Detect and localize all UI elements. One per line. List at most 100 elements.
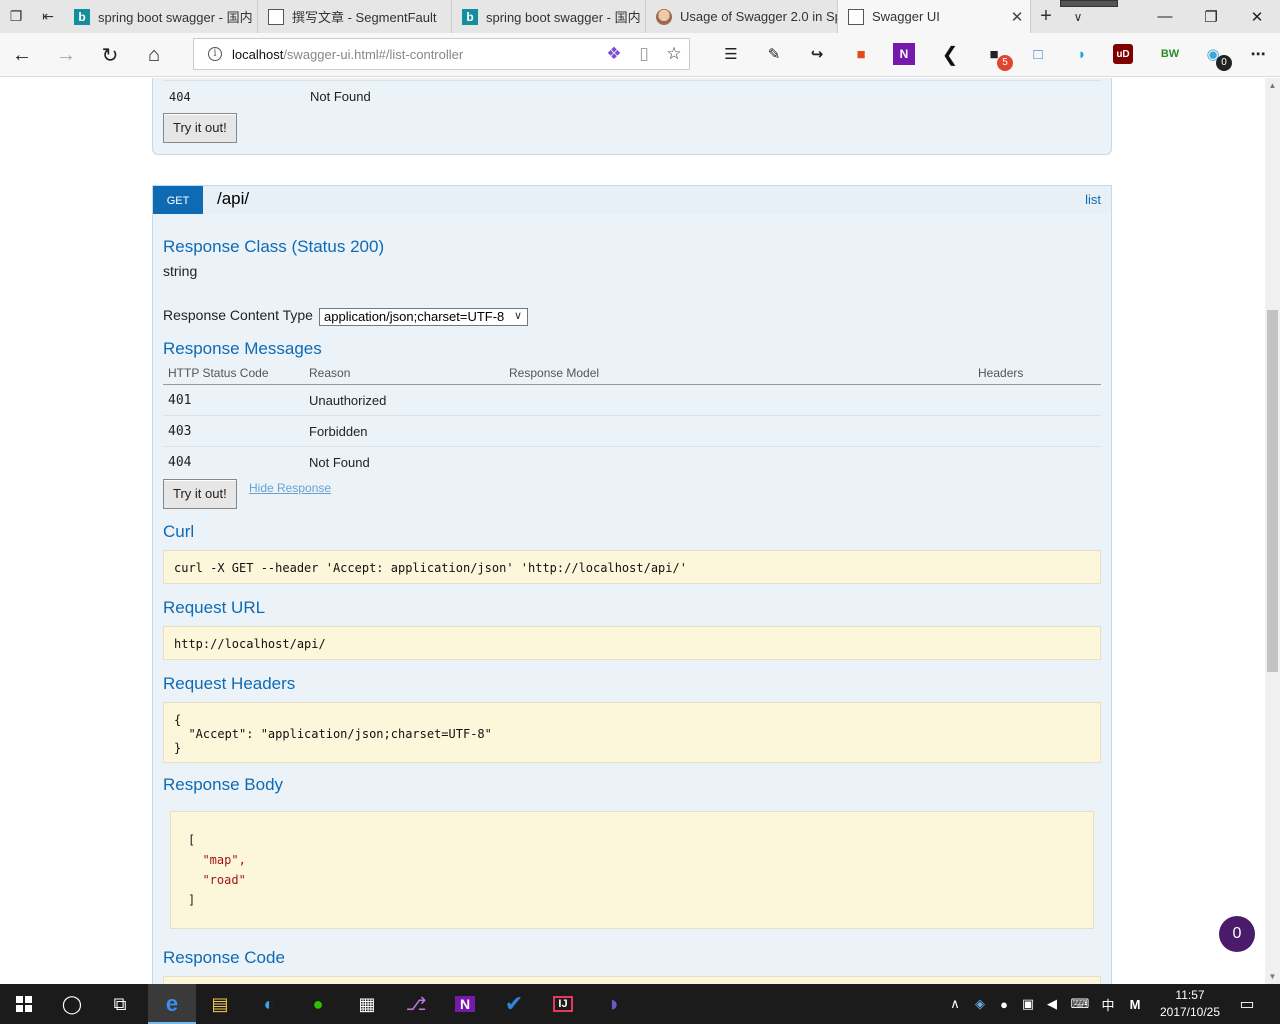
- try-it-out-button[interactable]: Try it out!: [163, 113, 237, 143]
- url-path: /swagger-ui.html#/list-controller: [283, 46, 464, 62]
- edge-browser-icon[interactable]: e: [148, 984, 196, 1024]
- intellij-idea-icon[interactable]: IJ: [539, 984, 587, 1024]
- windows-logo-icon: [16, 996, 32, 1012]
- screen-capture-icon[interactable]: □: [1025, 41, 1051, 67]
- new-tab-icon[interactable]: +: [1031, 0, 1061, 33]
- status-code: 404: [169, 90, 191, 104]
- address-bar[interactable]: i localhost /swagger-ui.html#/list-contr…: [193, 38, 690, 70]
- windows-taskbar: ◯ ⧉ e ▤ ◐ ● ▦ ⎇ N ✔ IJ ◑ ∧ ◈ ● ▣ ◀ ⌨ 中 M…: [0, 984, 1280, 1024]
- url-host: localhost: [232, 46, 284, 62]
- ghostery-icon[interactable]: ◉ 0: [1200, 41, 1232, 71]
- chevron-left-icon[interactable]: ❮: [937, 41, 963, 67]
- scroll-thumb[interactable]: [1267, 310, 1278, 672]
- operation-get-api: GET /api/ list Response Class (Status 20…: [152, 185, 1112, 984]
- try-it-out-button[interactable]: Try it out!: [163, 479, 237, 509]
- response-body-title: Response Body: [163, 775, 284, 794]
- system-clock[interactable]: 11:57 2017/10/25: [1150, 987, 1230, 1021]
- tab-preview-icon[interactable]: ❐: [0, 0, 32, 33]
- network-icon[interactable]: ▣: [1017, 984, 1039, 1024]
- headers-cell: [973, 384, 1101, 416]
- favorite-star-icon[interactable]: ☆: [659, 39, 689, 69]
- eclipse-icon[interactable]: ◑: [588, 984, 636, 1024]
- start-windows-icon[interactable]: [0, 984, 48, 1024]
- ublock-icon[interactable]: uD: [1113, 44, 1133, 64]
- cortana-search-icon[interactable]: ◯: [48, 984, 96, 1024]
- web-note-pen-icon[interactable]: ✎: [761, 41, 787, 67]
- show-hidden-icons-chevron-up-icon[interactable]: ∧: [945, 984, 965, 1024]
- builtwith-icon[interactable]: BW: [1157, 41, 1183, 67]
- home-icon[interactable]: ⌂: [132, 33, 176, 77]
- file-explorer-icon[interactable]: ▤: [196, 984, 244, 1024]
- office-icon[interactable]: ■: [848, 41, 874, 67]
- operation-path[interactable]: /api/: [217, 189, 249, 209]
- close-tab-icon[interactable]: ✕: [1004, 8, 1030, 26]
- request-url-title: Request URL: [163, 598, 266, 617]
- http-method-badge[interactable]: GET: [153, 186, 203, 214]
- git-extensions-icon[interactable]: ⎇: [392, 984, 440, 1024]
- status-reason: Unauthorized: [304, 384, 504, 416]
- defender-shield-icon[interactable]: ◈: [969, 984, 991, 1024]
- wechat-icon[interactable]: ●: [294, 984, 342, 1024]
- hide-response-link[interactable]: Hide Response: [249, 481, 331, 495]
- tab-segmentfault[interactable]: 撰写文章 - SegmentFault: [258, 0, 452, 33]
- store-icon[interactable]: ▦: [343, 984, 391, 1024]
- reading-view-icon[interactable]: ▯: [629, 39, 659, 69]
- onenote-icon[interactable]: N: [893, 43, 915, 65]
- badge-count: 5: [997, 55, 1013, 71]
- forward-icon[interactable]: →: [44, 33, 88, 77]
- qq-browser-icon[interactable]: ◐: [245, 984, 293, 1024]
- set-tabs-aside-icon[interactable]: ⇤: [32, 0, 64, 33]
- chat-widget-button[interactable]: 0: [1219, 916, 1255, 952]
- close-window-icon[interactable]: ✕: [1234, 0, 1280, 33]
- refresh-icon[interactable]: ↻: [88, 33, 132, 77]
- previous-operation: 404 Not Found Try it out!: [152, 78, 1112, 155]
- todo-check-icon[interactable]: ✔: [490, 984, 538, 1024]
- badge-count: 0: [1216, 55, 1232, 71]
- wechat-tray-icon[interactable]: ●: [993, 984, 1015, 1024]
- keyboard-icon[interactable]: ⌨: [1067, 984, 1093, 1024]
- column-header: Response Model: [504, 362, 973, 385]
- onenote-taskbar-icon[interactable]: N: [441, 984, 489, 1024]
- content-type-label: Response Content Type: [163, 307, 313, 323]
- column-header: HTTP Status Code: [163, 362, 304, 385]
- table-header-row: HTTP Status Code Reason Response Model H…: [163, 362, 1101, 385]
- extension-badge-5-icon[interactable]: ■ 5: [981, 41, 1013, 71]
- operation-heading[interactable]: GET /api/ list: [153, 186, 1111, 214]
- ime-mode-indicator[interactable]: M: [1124, 984, 1146, 1024]
- tab-spring-boot-swagger-2[interactable]: b spring boot swagger - 国内: [452, 0, 646, 33]
- back-icon[interactable]: ←: [0, 33, 44, 77]
- scroll-up-icon[interactable]: ▲: [1265, 78, 1280, 93]
- more-menu-icon[interactable]: ⋯: [1245, 41, 1271, 67]
- extension-puzzle-icon[interactable]: ❖: [599, 39, 629, 69]
- status-reason: Not Found: [309, 454, 370, 470]
- restore-icon[interactable]: ❐: [1188, 0, 1234, 33]
- tab-strip: ❐ ⇤ b spring boot swagger - 国内 撰写文章 - Se…: [0, 0, 1280, 33]
- action-center-icon[interactable]: ▭: [1236, 984, 1258, 1024]
- table-row: 401 Unauthorized: [163, 384, 1101, 416]
- scroll-down-icon[interactable]: ▼: [1265, 969, 1280, 984]
- ime-language-indicator[interactable]: 中: [1097, 984, 1119, 1024]
- column-header: Headers: [973, 362, 1101, 385]
- status-reason: Forbidden: [304, 415, 504, 447]
- tab-usage-of-swagger[interactable]: Usage of Swagger 2.0 in Sp: [646, 0, 838, 33]
- clock-time: 11:57: [1175, 988, 1205, 1002]
- mouse-gesture-icon[interactable]: ◗: [1069, 41, 1095, 67]
- task-view-icon[interactable]: ⧉: [96, 984, 144, 1024]
- tab-swagger-ui[interactable]: Swagger UI ✕: [838, 0, 1031, 33]
- favorites-hub-icon[interactable]: ☰: [718, 41, 744, 67]
- page-scrollbar[interactable]: ▲ ▼: [1265, 78, 1280, 984]
- content-type-select[interactable]: application/json;charset=UTF-8 ∨: [319, 308, 528, 326]
- response-code: [163, 976, 1101, 984]
- json-bracket: ]: [188, 893, 196, 907]
- minimize-icon[interactable]: —: [1142, 0, 1188, 33]
- column-header: Reason: [304, 362, 504, 385]
- bing-icon: b: [74, 8, 90, 25]
- response-model: [504, 447, 973, 478]
- status-reason: Not Found: [310, 89, 371, 104]
- operation-nickname-link[interactable]: list: [1085, 192, 1101, 207]
- site-info-icon[interactable]: i: [208, 47, 222, 61]
- volume-muted-icon[interactable]: ◀: [1041, 984, 1063, 1024]
- tab-title: spring boot swagger - 国内: [486, 10, 641, 25]
- share-icon[interactable]: ↪: [804, 41, 830, 67]
- tab-spring-boot-swagger-1[interactable]: b spring boot swagger - 国内: [64, 0, 258, 33]
